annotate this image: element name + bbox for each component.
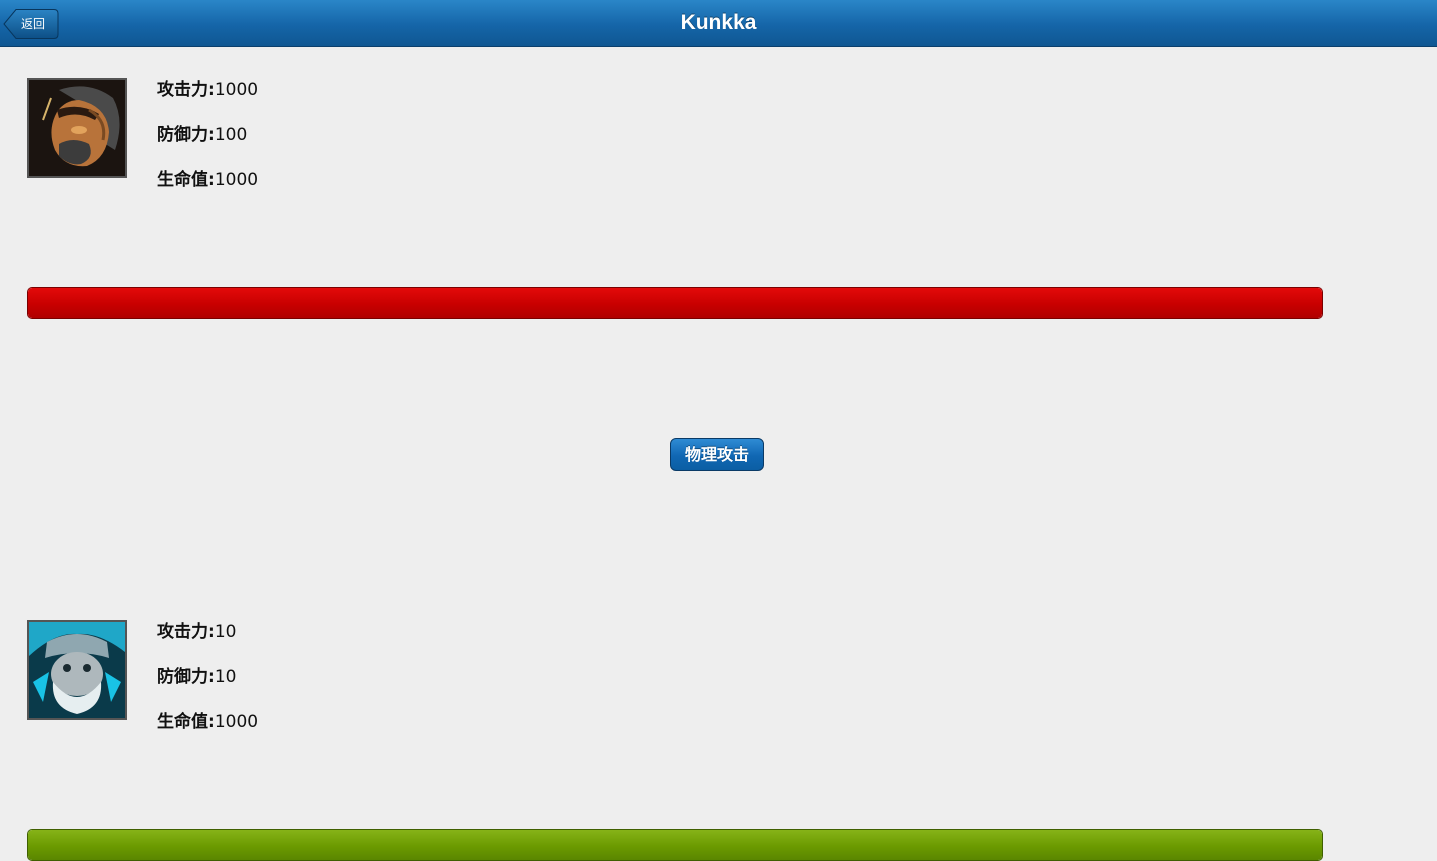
enemy-defense-stat: 防御力:10 (157, 666, 236, 688)
player-hp-value: 1000 (214, 170, 259, 190)
kunkka-portrait-icon (27, 78, 127, 178)
header-bar: 返回 Kunkka (0, 0, 1437, 47)
player-attack-key: 攻击力: (157, 80, 215, 100)
enemy-health-bar-fill (28, 830, 1322, 860)
enemy-hp-key: 生命值: (157, 712, 215, 732)
player-attack-stat: 攻击力:1000 (157, 79, 258, 101)
enemy-attack-stat: 攻击力:10 (157, 621, 236, 643)
enemy-hp-stat: 生命值:1000 (157, 711, 258, 733)
player-hp-stat: 生命值:1000 (157, 169, 258, 191)
enemy-defense-value: 10 (214, 667, 237, 687)
frost-warrior-portrait-icon (27, 620, 127, 720)
player-defense-stat: 防御力:100 (157, 124, 247, 146)
player-defense-key: 防御力: (157, 125, 215, 145)
enemy-defense-key: 防御力: (157, 667, 215, 687)
player-hp-key: 生命值: (157, 170, 215, 190)
enemy-attack-key: 攻击力: (157, 622, 215, 642)
player-attack-value: 1000 (214, 80, 259, 100)
enemy-attack-value: 10 (214, 622, 237, 642)
player-defense-value: 100 (214, 125, 248, 145)
player-health-bar (27, 287, 1323, 319)
player-health-bar-fill (28, 288, 1322, 318)
physical-attack-button[interactable]: 物理攻击 (670, 438, 764, 471)
page-title: Kunkka (680, 11, 757, 34)
enemy-health-bar (27, 829, 1323, 861)
enemy-hp-value: 1000 (214, 712, 259, 732)
